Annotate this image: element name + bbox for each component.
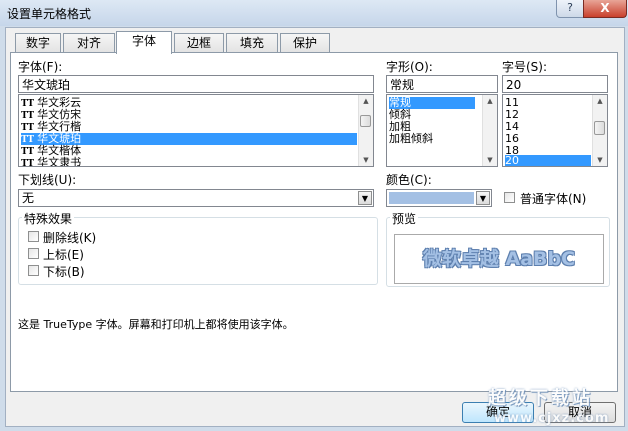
truetype-icon: TT xyxy=(21,99,35,109)
size-list-scrollbar[interactable]: ▲ ▼ xyxy=(592,95,607,166)
color-label: 颜色(C): xyxy=(386,173,432,187)
tab-font[interactable]: 字体 xyxy=(116,31,172,54)
tab-border[interactable]: 边框 xyxy=(174,33,224,53)
size-label: 字号(S): xyxy=(502,60,548,74)
color-swatch xyxy=(389,192,474,204)
truetype-icon: TT xyxy=(21,159,35,167)
size-input[interactable]: 20 xyxy=(502,75,608,93)
scroll-thumb[interactable] xyxy=(594,121,605,135)
normal-font-checkbox[interactable] xyxy=(504,192,515,203)
subscript-checkbox[interactable] xyxy=(28,265,39,276)
watermark-url: www.cjxz.com xyxy=(494,411,610,426)
scroll-up-icon[interactable]: ▲ xyxy=(593,95,607,107)
scroll-thumb[interactable] xyxy=(360,115,371,127)
effects-label: 特殊效果 xyxy=(22,210,75,227)
tab-alignment[interactable]: 对齐 xyxy=(63,33,115,53)
preview-text: 微软卓越 AaBbC xyxy=(422,248,576,270)
normal-font-label: 普通字体(N) xyxy=(520,192,587,206)
truetype-icon: TT xyxy=(21,147,35,157)
help-button[interactable]: ? xyxy=(556,0,584,18)
truetype-icon: TT xyxy=(21,111,35,121)
list-item[interactable]: 加粗倾斜 xyxy=(389,133,475,145)
strikethrough-checkbox[interactable] xyxy=(28,231,39,242)
scroll-down-icon[interactable]: ▼ xyxy=(359,154,373,166)
font-note: 这是 TrueType 字体。屏幕和打印机上都将使用该字体。 xyxy=(18,318,294,331)
style-input[interactable]: 常规 xyxy=(386,75,498,93)
underline-value: 无 xyxy=(22,191,35,205)
scroll-down-icon[interactable]: ▼ xyxy=(483,154,497,166)
chevron-down-icon[interactable]: ▼ xyxy=(358,191,372,205)
font-list[interactable]: TT 华文彩云 TT 华文仿宋 TT 华文行楷 TT 华文琥珀 TT 华文楷体 TT 华文隶… xyxy=(18,94,374,167)
dialog-title: 设置单元格格式 xyxy=(7,7,92,21)
chevron-down-icon[interactable]: ▼ xyxy=(476,191,490,205)
superscript-label: 上标(E) xyxy=(43,248,84,262)
superscript-checkbox[interactable] xyxy=(28,248,39,259)
watermark-logo: 超级下载站 xyxy=(488,388,593,409)
font-list-scrollbar[interactable]: ▲ ▼ xyxy=(358,95,373,166)
style-label: 字形(O): xyxy=(386,60,433,74)
scroll-up-icon[interactable]: ▲ xyxy=(359,95,373,107)
scroll-up-icon[interactable]: ▲ xyxy=(483,95,497,107)
strikethrough-label: 删除线(K) xyxy=(43,231,97,245)
color-select[interactable]: ▼ xyxy=(386,189,492,207)
font-input[interactable]: 华文琥珀 xyxy=(18,75,374,93)
preview-label: 预览 xyxy=(390,210,419,227)
truetype-icon: TT xyxy=(21,123,35,133)
underline-select[interactable]: 无 ▼ xyxy=(18,189,374,207)
title-bar[interactable]: 设置单元格格式 ? X xyxy=(0,0,628,26)
scroll-down-icon[interactable]: ▼ xyxy=(593,154,607,166)
size-list[interactable]: 11 12 14 16 18 20 ▲ ▼ xyxy=(502,94,608,167)
underline-label: 下划线(U): xyxy=(18,173,77,187)
format-cells-dialog: 设置单元格格式 ? X 数字 对齐 字体 边框 填充 保护 字体(F): 华文琥… xyxy=(0,0,628,431)
close-button[interactable]: X xyxy=(583,0,627,18)
subscript-label: 下标(B) xyxy=(43,265,85,279)
list-item[interactable]: TT 华文隶书 xyxy=(21,157,357,167)
style-list[interactable]: 常规 倾斜 加粗 加粗倾斜 ▲ ▼ xyxy=(386,94,498,167)
tab-number[interactable]: 数字 xyxy=(15,33,61,53)
style-list-scrollbar[interactable]: ▲ ▼ xyxy=(482,95,497,166)
tab-protection[interactable]: 保护 xyxy=(280,33,330,53)
list-item-selected[interactable]: 20 xyxy=(505,155,591,166)
truetype-icon: TT xyxy=(21,135,35,145)
preview-box: 微软卓越 AaBbC xyxy=(394,234,604,284)
tab-fill[interactable]: 填充 xyxy=(226,33,278,53)
font-label: 字体(F): xyxy=(18,60,63,74)
